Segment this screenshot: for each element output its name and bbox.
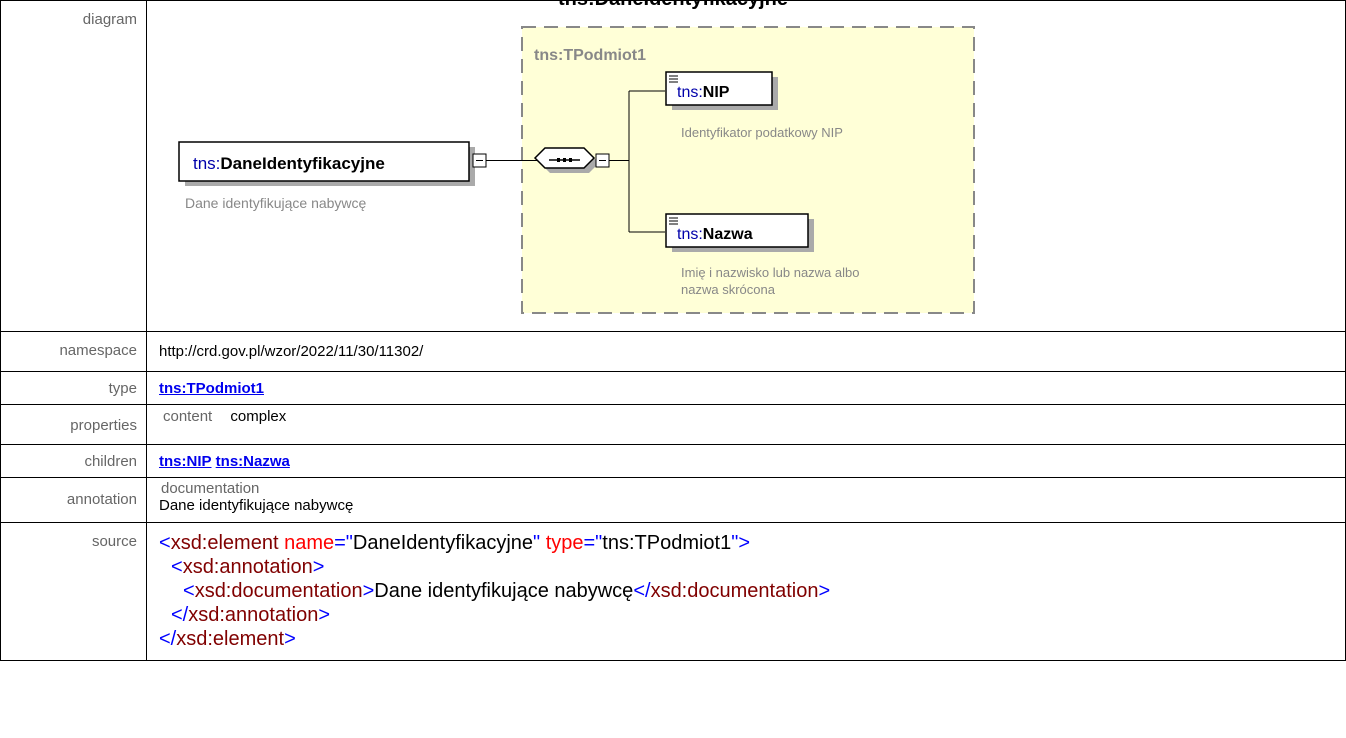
src-eq: =" (583, 532, 603, 554)
source-code: <xsd:element name="DaneIdentyfikacyjne" … (146, 522, 1346, 661)
src-bracket: < (159, 532, 171, 554)
src-value: tns:TPodmiot1 (602, 532, 732, 554)
source-line-4: </xsd:annotation> (159, 603, 1345, 627)
src-bracket: </ (159, 628, 177, 650)
page-title: tns:DaneIdentyfikacyjne (0, 0, 1346, 11)
children-cell: tns:NIP tns:Nazwa (146, 444, 1346, 478)
type-row: type tns:TPodmiot1 (0, 371, 1346, 405)
namespace-row: namespace http://crd.gov.pl/wzor/2022/11… (0, 331, 1346, 372)
child-nazwa-doc-line1: Imię i nazwisko lub nazwa albo (681, 265, 859, 280)
element-title[interactable]: tns:DaneIdentyfikacyjne (193, 154, 385, 173)
properties-row: properties content complex (0, 404, 1346, 445)
child-nazwa-name: Nazwa (703, 226, 753, 243)
src-text: Dane identyfikujące nabywcę (374, 580, 634, 602)
source-line-1: <xsd:element name="DaneIdentyfikacyjne" … (159, 531, 1345, 555)
src-bracket: </ (171, 604, 189, 626)
child-nip-title[interactable]: tns:NIP (677, 84, 730, 101)
src-tag: xsd:documentation (194, 580, 363, 602)
annotation-key: documentation (161, 480, 260, 497)
child-nip-doc: Identyfikator podatkowy NIP (681, 125, 843, 140)
element-doc-table: diagram tns:TPodmiot1 tns:DaneIdentyfika… (0, 0, 1346, 661)
children-label: children (0, 444, 147, 478)
src-bracket: > (818, 580, 831, 602)
element-prefix: tns: (193, 154, 220, 173)
diagram-label: diagram (0, 0, 147, 332)
src-bracket: </ (633, 580, 651, 602)
annotation-label: annotation (0, 477, 147, 523)
annotation-cell: documentation Dane identyfikujące nabywc… (146, 477, 1346, 523)
src-tag: xsd:annotation (182, 556, 313, 578)
child-link-nazwa[interactable]: tns:Nazwa (216, 453, 290, 470)
src-tag: xsd:element (170, 532, 279, 554)
child-nazwa-prefix: tns: (677, 226, 703, 243)
children-row: children tns:NIP tns:Nazwa (0, 444, 1346, 478)
properties-label: properties (0, 404, 147, 445)
src-bracket: < (171, 556, 183, 578)
sequence-dot-1 (557, 158, 560, 162)
child-link-nip[interactable]: tns:NIP (159, 453, 212, 470)
sequence-dot-3 (569, 158, 572, 162)
source-line-2: <xsd:annotation> (159, 555, 1345, 579)
src-bracket: > (284, 628, 296, 650)
src-attr: name (284, 532, 335, 554)
properties-value: complex (230, 408, 287, 425)
src-bracket: < (183, 580, 195, 602)
src-tag: xsd:annotation (188, 604, 319, 626)
sequence-dot-2 (563, 158, 566, 162)
source-line-3: <xsd:documentation>Dane identyfikujące n… (159, 579, 1345, 603)
src-bracket: "> (731, 532, 751, 554)
schema-diagram: tns:TPodmiot1 tns:DaneIdentyfikacyjne Da… (178, 26, 975, 314)
type-link[interactable]: tns:TPodmiot1 (159, 380, 264, 397)
child-nip-prefix: tns: (677, 84, 703, 101)
src-bracket: > (318, 604, 331, 626)
child-nazwa-title[interactable]: tns:Nazwa (677, 226, 753, 243)
properties-cell: content complex (146, 404, 1346, 445)
src-quote: " (533, 532, 541, 554)
src-bracket: > (362, 580, 375, 602)
annotation-value: Dane identyfikujące nabywcę (159, 497, 354, 514)
diagram-row: diagram tns:TPodmiot1 tns:DaneIdentyfika… (0, 0, 1346, 332)
namespace-value: http://crd.gov.pl/wzor/2022/11/30/11302/ (146, 331, 1346, 372)
source-line-5: </xsd:element> (159, 627, 1345, 651)
element-name: DaneIdentyfikacyjne (220, 154, 384, 173)
annotation-row: annotation documentation Dane identyfiku… (0, 477, 1346, 523)
src-eq: =" (334, 532, 353, 554)
type-label: type (0, 371, 147, 405)
src-attr: type (545, 532, 584, 554)
source-row: source <xsd:element name="DaneIdentyfika… (0, 522, 1346, 661)
namespace-label: namespace (0, 331, 147, 372)
type-container-label: tns:TPodmiot1 (534, 47, 646, 64)
child-nazwa-doc-line2: nazwa skrócona (681, 282, 776, 297)
src-value: DaneIdentyfikacyjne (352, 532, 534, 554)
diagram-cell: tns:TPodmiot1 tns:DaneIdentyfikacyjne Da… (146, 0, 1346, 332)
src-tag: xsd:element (176, 628, 285, 650)
properties-key: content (163, 408, 213, 425)
element-doc: Dane identyfikujące nabywcę (185, 195, 367, 211)
src-tag: xsd:documentation (650, 580, 819, 602)
source-label: source (0, 522, 147, 661)
src-bracket: > (312, 556, 325, 578)
child-nip-name: NIP (703, 84, 730, 101)
